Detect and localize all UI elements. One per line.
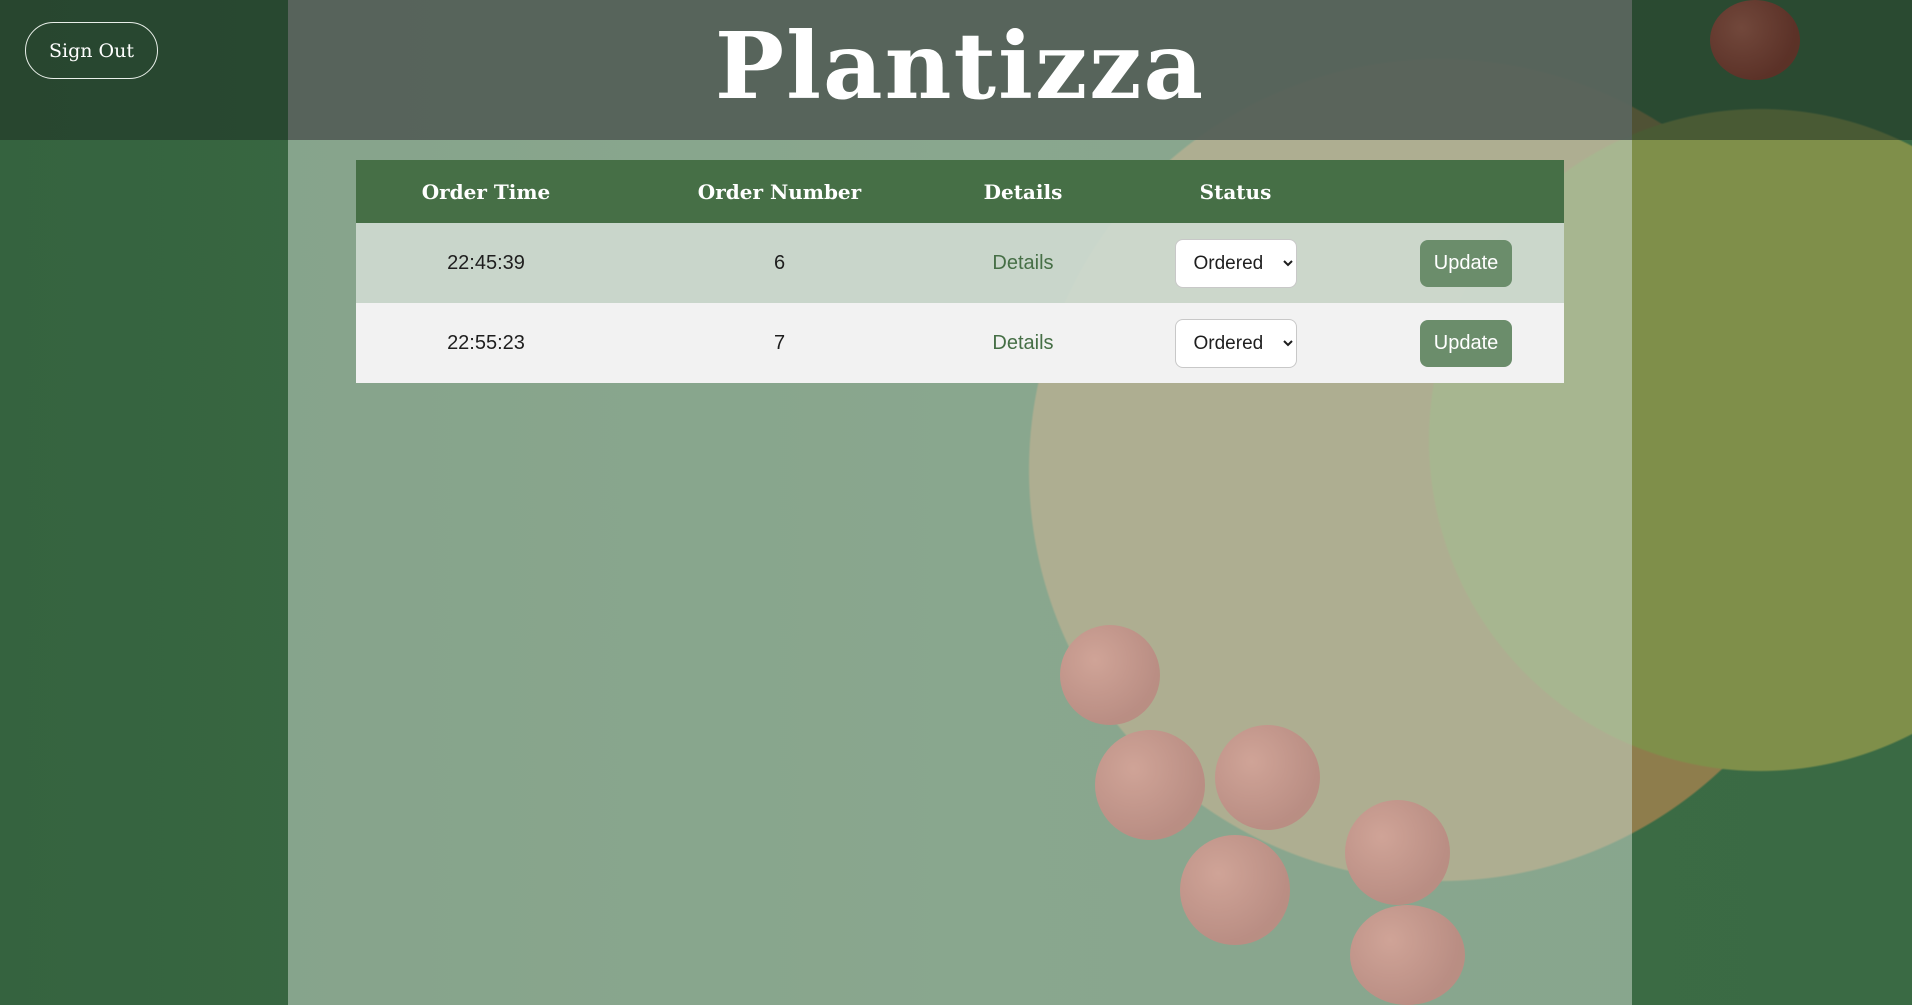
table-row: 22:45:39 6 Details Ordered Update: [356, 223, 1564, 303]
column-header-status: Status: [1199, 179, 1272, 204]
column-header-order-time: Order Time: [421, 179, 551, 204]
column-header-action: [1368, 160, 1564, 223]
order-time-cell: 22:55:23: [447, 331, 525, 354]
column-header-details: Details: [983, 179, 1063, 204]
status-cell: Ordered: [1103, 223, 1368, 303]
table-row: 22:55:23 7 Details Ordered Update: [356, 303, 1564, 383]
order-number-cell: 7: [773, 331, 786, 354]
details-cell: Details: [943, 223, 1103, 303]
column-header-order-number: Order Number: [697, 179, 862, 204]
update-cell: Update: [1368, 303, 1564, 383]
details-link[interactable]: Details: [992, 332, 1053, 354]
details-cell: Details: [943, 303, 1103, 383]
order-time-cell: 22:45:39: [447, 251, 525, 274]
sign-out-button[interactable]: Sign Out: [25, 22, 158, 79]
order-number-cell: 6: [773, 251, 786, 274]
status-select[interactable]: Ordered: [1174, 238, 1297, 288]
brand-title: Plantizza: [714, 12, 1206, 120]
update-cell: Update: [1368, 223, 1564, 303]
table-header-row: Order Time Order Number Details Status: [356, 160, 1564, 223]
status-cell: Ordered: [1103, 303, 1368, 383]
orders-table: Order Time Order Number Details Status 2…: [356, 160, 1564, 383]
details-link[interactable]: Details: [992, 252, 1053, 274]
page-header: Plantizza: [288, 0, 1632, 140]
update-button[interactable]: Update: [1420, 319, 1512, 367]
update-button[interactable]: Update: [1420, 239, 1512, 287]
status-select[interactable]: Ordered: [1174, 318, 1297, 368]
content-panel: [288, 0, 1632, 1005]
